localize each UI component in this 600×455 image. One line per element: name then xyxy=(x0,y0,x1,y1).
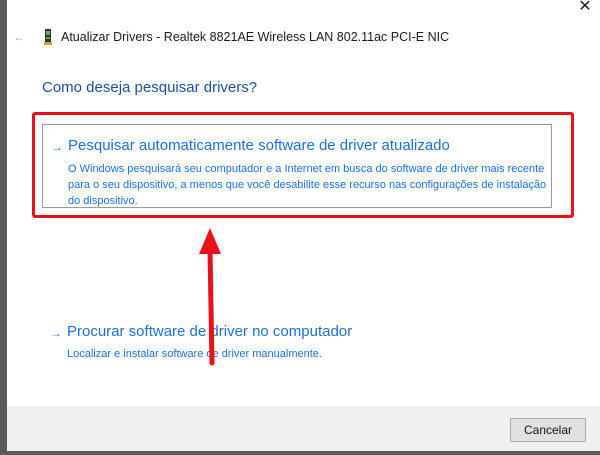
back-button[interactable]: ← xyxy=(13,30,27,44)
window-left-border xyxy=(0,0,7,455)
option-browse-computer[interactable]: → Procurar software de driver no computa… xyxy=(42,318,502,364)
close-icon: ✕ xyxy=(578,0,592,15)
option-browse-computer-description: Localizar e instalar software de driver … xyxy=(67,348,322,360)
close-button[interactable]: ✕ xyxy=(574,0,596,16)
arrow-right-icon: → xyxy=(50,326,62,340)
option-search-automatically-description: O Windows pesquisará seu computador e a … xyxy=(68,163,547,207)
option-search-automatically-title: Pesquisar automaticamente software de dr… xyxy=(68,137,450,154)
page-heading: Como deseja pesquisar drivers? xyxy=(42,79,258,96)
back-arrow-icon: ← xyxy=(13,30,25,44)
window-bottom-border xyxy=(0,451,600,455)
cancel-button[interactable]: Cancelar xyxy=(510,418,586,442)
dialog-footer: Cancelar xyxy=(7,406,600,451)
option-search-automatically[interactable]: → Pesquisar automaticamente software de … xyxy=(42,124,552,208)
option-browse-computer-title: Procurar software de driver no computado… xyxy=(67,323,353,340)
network-card-icon xyxy=(44,29,52,45)
window-title: Atualizar Drivers - Realtek 8821AE Wirel… xyxy=(61,30,450,44)
arrow-right-icon: → xyxy=(51,140,63,154)
